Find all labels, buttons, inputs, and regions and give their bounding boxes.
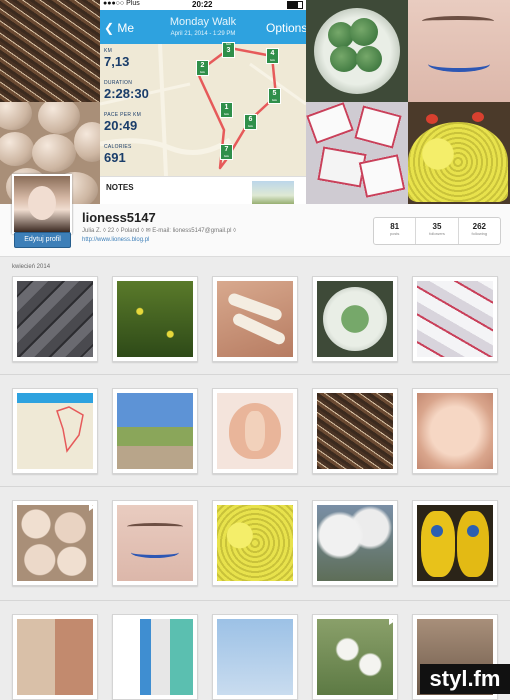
grid-photo-eye-makeup[interactable]	[112, 500, 198, 586]
grid-photo-cosmetics[interactable]	[112, 614, 198, 700]
grid-photo-white-flowers[interactable]	[312, 614, 398, 700]
username: lioness5147	[82, 210, 156, 225]
edit-profile-button[interactable]: Edytuj profil	[14, 232, 71, 248]
nav-bar: ❮ Me Monday Walk April 21, 2014 - 1:29 P…	[100, 10, 306, 44]
video-icon	[389, 617, 395, 625]
carrier-label: Plus	[126, 0, 140, 7]
profile-header: Edytuj profil lioness5147 Julia Z. ◊ 22 …	[0, 174, 510, 257]
video-icon	[89, 503, 95, 511]
grid-photo-sky-branches[interactable]	[212, 614, 298, 700]
battery-icon	[287, 1, 303, 9]
mini-route-graphic	[56, 406, 84, 453]
stat-following[interactable]: 262 following	[459, 218, 500, 244]
stat-posts[interactable]: 81 posts	[374, 218, 417, 244]
grid-photo-run-map[interactable]	[12, 388, 98, 474]
photo-tile-bowl-leaves[interactable]	[306, 0, 408, 102]
grid-photo-meadow[interactable]	[112, 276, 198, 362]
row-divider	[0, 374, 510, 375]
stat-followers[interactable]: 35 followers	[416, 218, 459, 244]
km-marker-5: 5 km	[268, 88, 281, 104]
grid-photo-bunny-cookie[interactable]	[212, 388, 298, 474]
profile-bio: Julia Z. ◊ 22 ◊ Poland ◊ ✉ E-mail: lione…	[82, 228, 237, 234]
stat-distance: KM 7,13	[104, 48, 130, 69]
profile-link[interactable]: http://www.lioness.blog.pl	[82, 237, 149, 243]
grid-photo-bananas[interactable]	[412, 500, 498, 586]
km-marker-3: km 3	[222, 42, 235, 58]
notes-label: NOTES	[106, 183, 134, 192]
grid-photo-pastry[interactable]	[412, 388, 498, 474]
km-marker-7: 7 km	[220, 144, 233, 160]
grid-photo-cake[interactable]	[312, 388, 398, 474]
notes-section[interactable]: NOTES	[100, 176, 306, 204]
notes-photo[interactable]	[252, 181, 294, 204]
photo-tile-crochet-chicks[interactable]	[408, 102, 510, 204]
grid-photo-bowl-leaves[interactable]	[312, 276, 398, 362]
options-button[interactable]: Options	[266, 21, 306, 35]
grid-photo-blossom-tree[interactable]	[312, 500, 398, 586]
clock: 20:22	[192, 0, 213, 9]
route-map[interactable]: km 3 2 km 4 km 5 km 1 km 6 km 7 km KM 7,13 DURAT…	[100, 42, 306, 176]
km-marker-6: 6 km	[244, 114, 257, 130]
km-marker-2: 2 km	[196, 60, 209, 76]
stat-calories: CALORIES 691	[104, 144, 132, 165]
photo-tile-eye-makeup[interactable]	[408, 0, 510, 102]
grid-photo-nails[interactable]	[212, 276, 298, 362]
month-heading: kwiecień 2014	[12, 264, 51, 270]
km-marker-1: 1 km	[220, 102, 233, 118]
row-divider	[0, 486, 510, 487]
profile-stats: 81 posts 35 followers 262 following	[373, 217, 501, 245]
status-bar: ●●●○○ Plus 20:22	[100, 0, 306, 10]
grid-photo-crochet-chicks[interactable]	[212, 500, 298, 586]
grid-photo-magazine[interactable]	[12, 614, 98, 700]
avatar[interactable]	[12, 174, 72, 234]
photo-tile-wrapped-candies[interactable]	[306, 102, 408, 204]
photo-tile-cake[interactable]	[0, 0, 100, 102]
grid-photo-keyboard[interactable]	[12, 276, 98, 362]
row-divider	[0, 600, 510, 601]
grid-photo-country-road[interactable]	[112, 388, 198, 474]
grid-photo-wrapped-candies[interactable]	[412, 276, 498, 362]
km-marker-4: 4 km	[266, 48, 279, 64]
watermark-logo: styl.fm	[420, 664, 510, 694]
grid-photo-eggs[interactable]	[12, 500, 98, 586]
stat-pace: PACE PER KM 20:49	[104, 112, 142, 133]
run-tracker-screenshot[interactable]: ●●●○○ Plus 20:22 ❮ Me Monday Walk April …	[100, 0, 306, 204]
stat-duration: DURATION 2:28:30	[104, 80, 149, 101]
